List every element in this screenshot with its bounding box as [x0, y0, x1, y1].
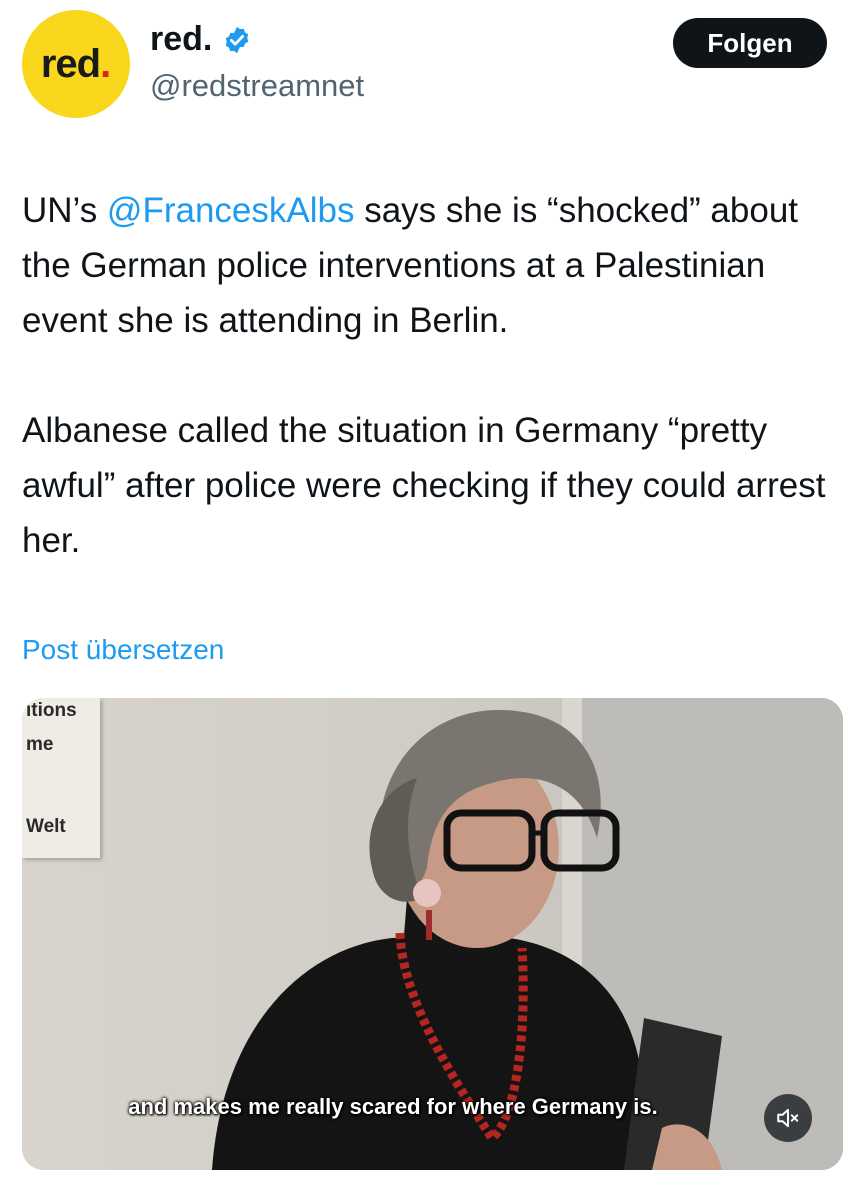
speaker-muted-icon[interactable]	[764, 1094, 812, 1142]
translate-post-link[interactable]: Post übersetzen	[22, 634, 224, 666]
poster-text: me	[26, 734, 54, 755]
tweet-text: UN’s @FranceskAlbs says she is “shocked”…	[22, 183, 842, 568]
avatar-logo-dot: .	[100, 41, 112, 86]
poster-text: ıtions	[26, 700, 77, 721]
mention-link[interactable]: @FranceskAlbs	[107, 191, 355, 230]
tweet-text-segment: UN’s	[22, 191, 107, 230]
verified-badge-icon[interactable]	[222, 25, 252, 55]
author-handle[interactable]: @redstreamnet	[150, 68, 364, 104]
tweet-paragraph-2: Albanese called the situation in Germany…	[22, 411, 826, 560]
video-subtitle: and makes me really scared for where Ger…	[128, 1094, 658, 1119]
avatar[interactable]: red.	[22, 10, 130, 118]
video-player[interactable]: ıtions me Welt and makes me really scare…	[22, 698, 843, 1170]
poster-text: Welt	[26, 816, 66, 837]
author-name-row[interactable]: red.	[150, 20, 252, 59]
follow-button[interactable]: Folgen	[673, 18, 827, 68]
tweet-paragraph-1: UN’s @FranceskAlbs says she is “shocked”…	[22, 183, 842, 348]
display-name[interactable]: red.	[150, 20, 212, 59]
wall-poster: ıtions me Welt	[22, 698, 100, 858]
avatar-logo-text: red	[40, 41, 101, 86]
